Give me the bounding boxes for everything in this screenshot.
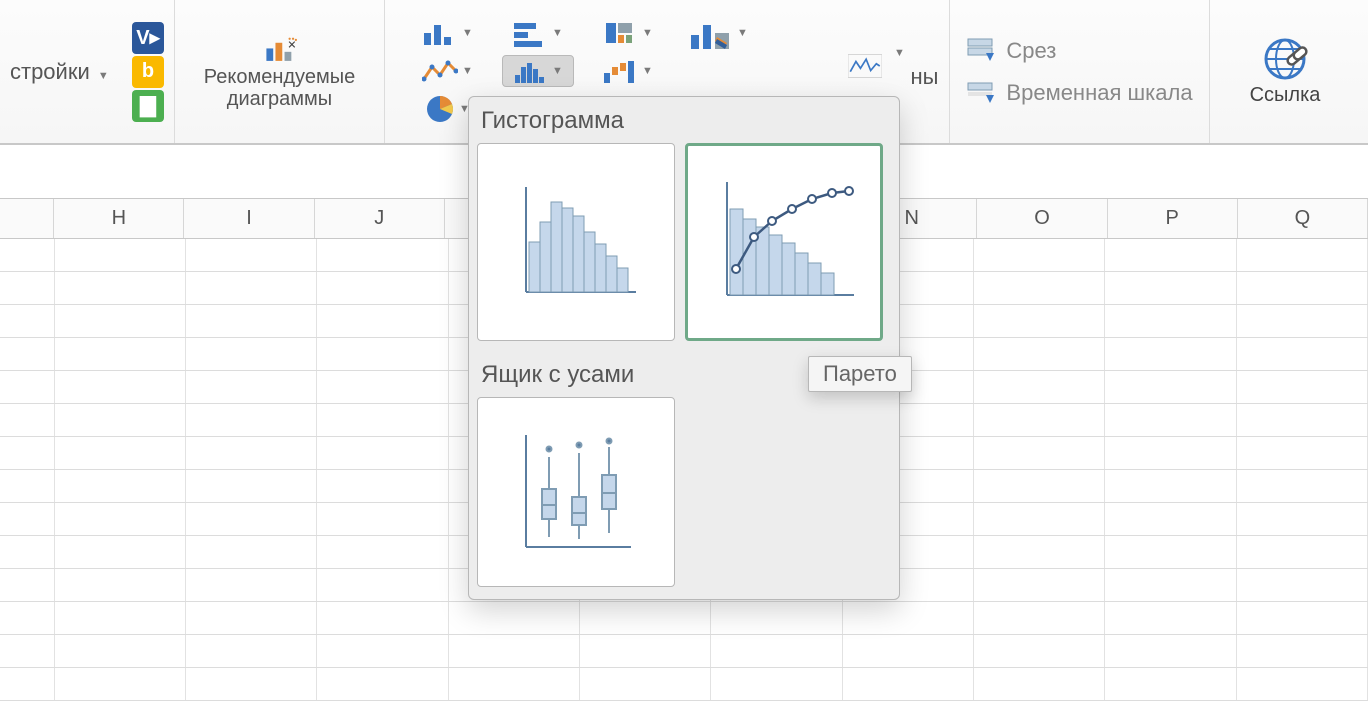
sparklines-label-tail: ны: [911, 64, 939, 90]
addins-group: стройки ▼ V▸ b ▇: [0, 0, 175, 143]
histogram-section-title: Гистограмма: [481, 107, 887, 135]
timeline-label: Временная шкала: [1006, 80, 1192, 106]
dropdown-caret-icon: ▼: [894, 47, 905, 59]
slicer-button[interactable]: Срез: [966, 37, 1056, 65]
filters-group: Срез Временная шкала: [950, 0, 1210, 143]
link-group[interactable]: Ссылка: [1210, 0, 1360, 143]
dropdown-caret-icon: ▼: [552, 65, 563, 77]
column-header[interactable]: [0, 199, 54, 238]
bing-addin-icon[interactable]: b: [132, 56, 164, 88]
combo-chart-button[interactable]: ▼: [682, 17, 754, 49]
dropdown-caret-icon: ▼: [737, 27, 748, 39]
column-header[interactable]: I: [184, 199, 314, 238]
column-header[interactable]: J: [315, 199, 445, 238]
pareto-chart-option[interactable]: [685, 143, 883, 341]
dropdown-caret-icon: ▼: [642, 65, 653, 77]
histogram-dropdown-panel: Гистограмма: [468, 96, 900, 600]
column-header[interactable]: H: [54, 199, 184, 238]
column-header[interactable]: P: [1108, 199, 1238, 238]
column-chart-button[interactable]: ▼: [412, 17, 484, 49]
dropdown-caret-icon: ▼: [552, 27, 563, 39]
visio-addin-icon[interactable]: V▸: [132, 22, 164, 54]
bar-chart-button[interactable]: ▼: [502, 17, 574, 49]
addins-label: стройки: [10, 59, 90, 84]
pareto-tooltip: Парето: [808, 356, 912, 392]
slicer-label: Срез: [1006, 38, 1056, 64]
globe-link-icon: [1262, 36, 1308, 82]
column-header[interactable]: Q: [1238, 199, 1368, 238]
recommended-charts-label: Рекомендуемые диаграммы: [204, 66, 355, 110]
link-label: Ссылка: [1250, 84, 1321, 107]
dropdown-caret-icon: ▼: [642, 27, 653, 39]
people-addin-icon[interactable]: ▇: [132, 90, 164, 122]
sparkline-icon: [848, 51, 882, 81]
timeline-button[interactable]: Временная шкала: [966, 79, 1192, 107]
recommended-charts-group[interactable]: Рекомендуемые диаграммы: [175, 0, 385, 143]
dropdown-caret-icon: ▼: [462, 27, 473, 39]
box-whisker-option[interactable]: [477, 397, 675, 587]
hierarchy-chart-button[interactable]: ▼: [592, 17, 664, 49]
recommended-charts-icon: [263, 34, 297, 64]
dropdown-caret-icon: ▼: [462, 65, 473, 77]
waterfall-chart-button[interactable]: ▼: [592, 55, 664, 87]
histogram-chart-button[interactable]: ▼: [502, 55, 574, 87]
histogram-chart-option[interactable]: [477, 143, 675, 341]
dropdown-caret-icon[interactable]: ▼: [98, 70, 109, 82]
addin-icon-stack: V▸ b ▇: [132, 22, 164, 122]
line-chart-button[interactable]: ▼: [412, 55, 484, 87]
column-header[interactable]: O: [977, 199, 1107, 238]
